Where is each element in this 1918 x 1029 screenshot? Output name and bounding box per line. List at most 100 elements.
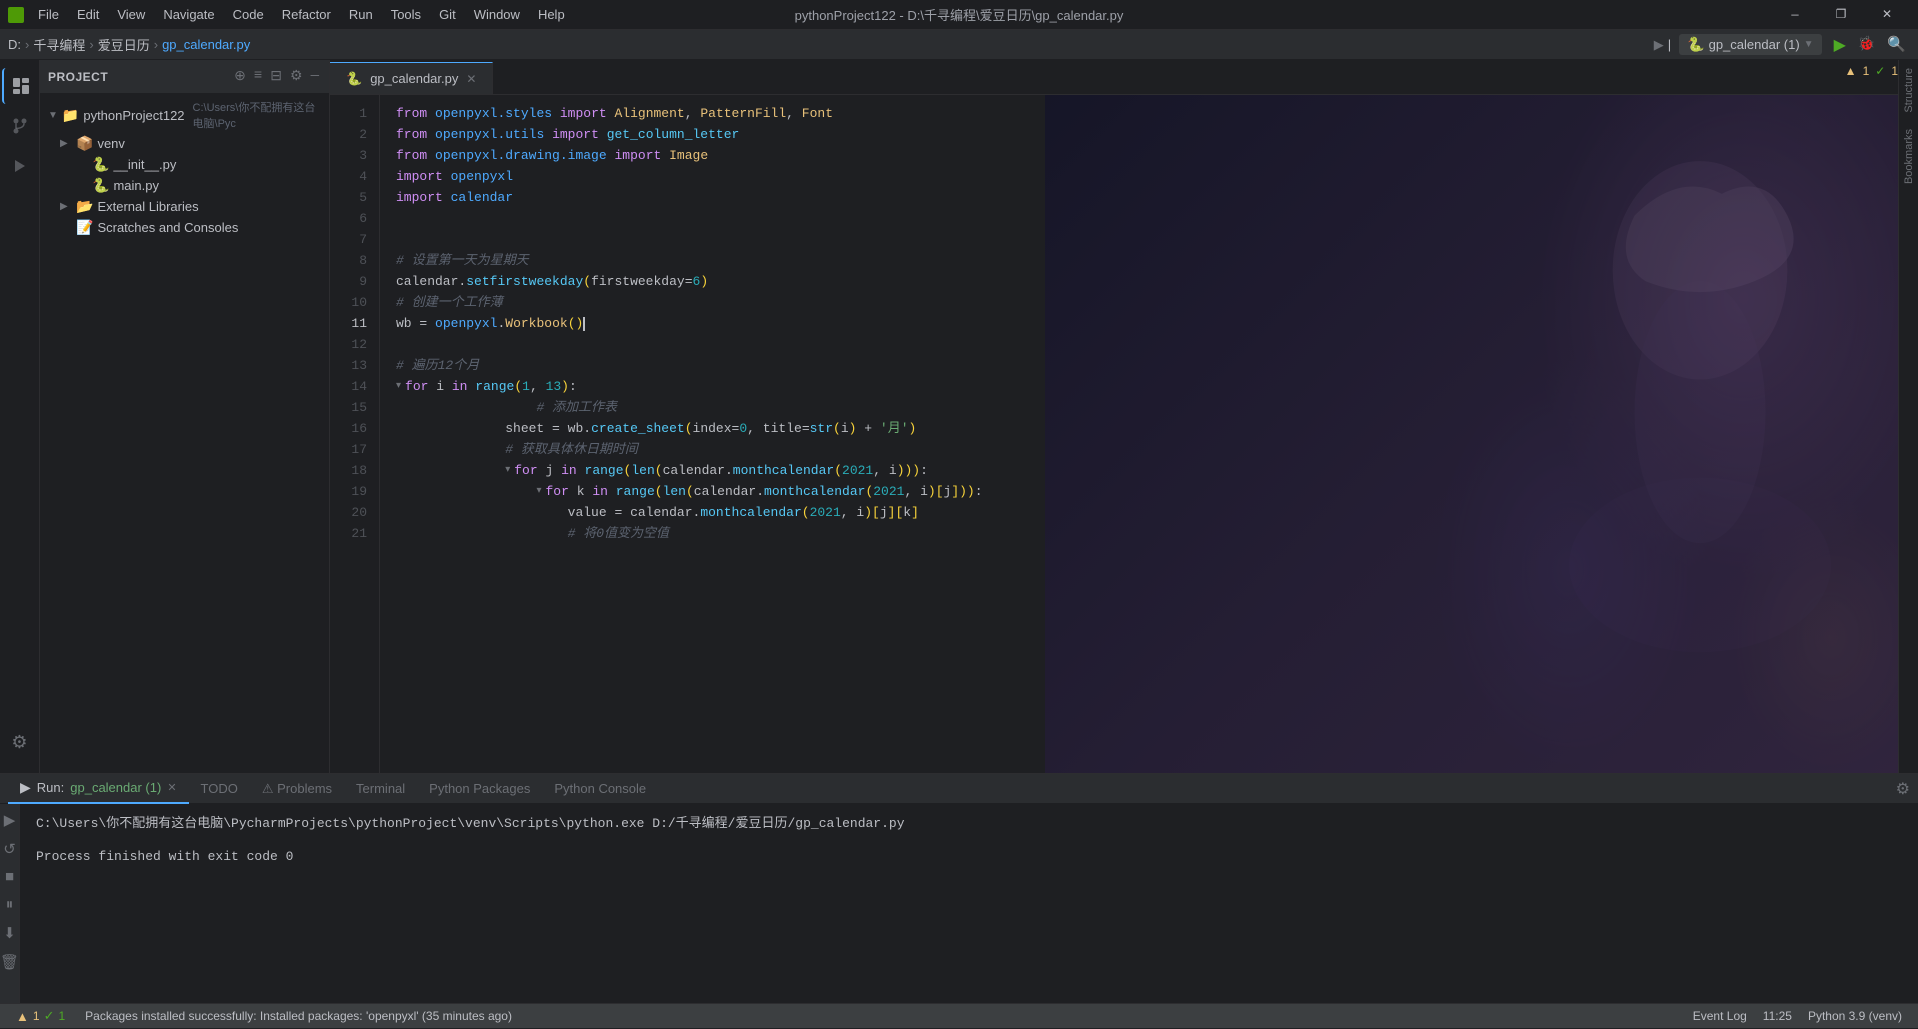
run-output-stop-icon[interactable]: ■ <box>2 866 17 889</box>
tree-scratches[interactable]: 📝 Scratches and Consoles <box>40 217 329 238</box>
bottom-tab-todo[interactable]: TODO <box>189 774 250 804</box>
maximize-button[interactable]: ❐ <box>1818 0 1864 30</box>
activity-settings-icon[interactable]: ⚙ <box>2 725 38 761</box>
bottom-tab-problems[interactable]: ⚠ Problems <box>250 774 344 804</box>
menu-refactor[interactable]: Refactor <box>274 5 339 24</box>
bottom-settings-button[interactable]: ⚙ <box>1896 779 1910 799</box>
panel-locate-icon[interactable]: ⊕ <box>232 66 248 87</box>
tree-main[interactable]: 🐍 main.py <box>40 175 329 196</box>
run-output-pause-icon[interactable]: ⏸ <box>3 893 17 917</box>
panel-expand-icon[interactable]: ⊟ <box>268 66 284 87</box>
window-title: pythonProject122 - D:\千寻编程\爱豆日历\gp_calen… <box>795 5 1124 24</box>
debug-button[interactable]: 🐞 <box>1858 36 1875 53</box>
status-right: Event Log 11:25 Python 3.9 (venv) <box>1685 1004 1910 1029</box>
run-output-rerun-icon[interactable]: ↺ <box>0 837 19 862</box>
tree-venv-icon: 📦 <box>76 135 93 152</box>
run-result-text: Process finished with exit code 0 <box>36 849 1902 864</box>
line-num-19: 19 <box>330 481 379 502</box>
line-num-3: 3 <box>330 145 379 166</box>
line-num-1: 1 <box>330 103 379 124</box>
run-configuration[interactable]: 🐍 gp_calendar (1) ▼ <box>1679 34 1821 55</box>
bottom-panel: ▶ Run: gp_calendar (1) ✕ TODO ⚠ Problems… <box>0 773 1918 1003</box>
bottom-tab-python-packages[interactable]: Python Packages <box>417 774 542 804</box>
status-check-count: 1 <box>58 1009 65 1023</box>
line-num-5: 5 <box>330 187 379 208</box>
code-line-18: ▾for j in range(len(calendar.monthcalend… <box>380 460 1918 481</box>
run-tab-label: Run: <box>37 780 64 795</box>
status-warning-item[interactable]: ▲ 1 ✓ 1 <box>8 1004 73 1029</box>
code-line-20: value = calendar.monthcalendar(2021, i)[… <box>380 502 1918 523</box>
bc-folder1[interactable]: 千寻编程 <box>33 35 85 54</box>
run-tab-config: gp_calendar (1) <box>70 780 161 795</box>
line-num-21: 21 <box>330 523 379 544</box>
tree-ext-libs[interactable]: ▶ 📂 External Libraries <box>40 196 329 217</box>
panel-close-icon[interactable]: — <box>309 66 321 87</box>
menu-help[interactable]: Help <box>530 5 573 24</box>
activity-vcs-icon[interactable] <box>2 108 38 144</box>
search-button[interactable]: 🔍 <box>1883 33 1910 56</box>
menu-window[interactable]: Window <box>466 5 528 24</box>
bottom-left-icons: ▶ ↺ ■ ⏸ ⬇ 🗑 <box>0 804 20 1003</box>
run-label: ▶ <box>1654 37 1664 53</box>
menu-navigate[interactable]: Navigate <box>155 5 222 24</box>
code-line-4: import openpyxl <box>380 166 1918 187</box>
editor-tab-gp-calendar[interactable]: 🐍 gp_calendar.py ✕ <box>330 62 493 94</box>
menu-view[interactable]: View <box>109 5 153 24</box>
warnings-badge: ▲ 1 ✓ 1 <box>1845 64 1898 78</box>
tree-init[interactable]: 🐍 __init__.py <box>40 154 329 175</box>
line-num-17: 17 <box>330 439 379 460</box>
menu-git[interactable]: Git <box>431 5 464 24</box>
code-line-5: import calendar <box>380 187 1918 208</box>
line-num-14: 14 <box>330 376 379 397</box>
menu-code[interactable]: Code <box>225 5 272 24</box>
tab-file-icon: 🐍 <box>346 71 362 87</box>
breadcrumb: D: › 千寻编程 › 爱豆日历 › gp_calendar.py <box>8 35 250 54</box>
status-check-icon: ✓ <box>44 1008 55 1024</box>
tree-root[interactable]: ▼ 📁 pythonProject122 C:\Users\你不配拥有这台电脑\… <box>40 97 329 133</box>
tree-venv[interactable]: ▶ 📦 venv <box>40 133 329 154</box>
code-line-6 <box>380 208 1918 229</box>
bc-folder2[interactable]: 爱豆日历 <box>98 35 150 54</box>
status-event-log[interactable]: Event Log <box>1685 1004 1755 1029</box>
run-panel-layout: ▶ ↺ ■ ⏸ ⬇ 🗑 C:\Users\你不配拥有这台电脑\PycharmPr… <box>0 804 1918 1003</box>
code-line-3: from openpyxl.drawing.image import Image <box>380 145 1918 166</box>
run-output-scroll-icon[interactable]: ⬇ <box>0 921 19 946</box>
bc-file[interactable]: gp_calendar.py <box>162 37 250 52</box>
line-num-18: 18 <box>330 460 379 481</box>
line-num-7: 7 <box>330 229 379 250</box>
run-tab-close[interactable]: ✕ <box>167 781 176 794</box>
code-content[interactable]: from openpyxl.styles import Alignment, P… <box>380 95 1918 773</box>
run-output-clear-icon[interactable]: 🗑 <box>0 950 22 975</box>
line-num-15: 15 <box>330 397 379 418</box>
panel-collapse-icon[interactable]: ≡ <box>252 66 264 87</box>
window-controls: — ❐ ✕ <box>1772 0 1910 30</box>
activity-bar-bottom: ⚙ <box>2 725 38 765</box>
toolbar: D: › 千寻编程 › 爱豆日历 › gp_calendar.py ▶ | 🐍 … <box>0 30 1918 60</box>
menu-run[interactable]: Run <box>341 5 381 24</box>
panel-settings-icon[interactable]: ⚙ <box>288 66 305 87</box>
problems-tab-label: ⚠ Problems <box>262 781 332 797</box>
status-python-version[interactable]: Python 3.9 (venv) <box>1800 1004 1910 1029</box>
activity-run-icon[interactable] <box>2 148 38 184</box>
run-output-play-button[interactable]: ▶ <box>1 808 19 833</box>
run-config-icon: 🐍 <box>1687 36 1704 53</box>
code-line-10: # 创建一个工作薄 <box>380 292 1918 313</box>
bottom-tab-run[interactable]: ▶ Run: gp_calendar (1) ✕ <box>8 774 189 804</box>
tree-ext-arrow: ▶ <box>60 201 72 212</box>
bottom-tab-python-console[interactable]: Python Console <box>542 774 658 804</box>
bottom-tab-terminal[interactable]: Terminal <box>344 774 417 804</box>
tree-venv-arrow: ▶ <box>60 138 72 149</box>
bc-drive[interactable]: D: <box>8 37 21 52</box>
close-button[interactable]: ✕ <box>1864 0 1910 30</box>
tab-close-button[interactable]: ✕ <box>466 72 476 86</box>
minimize-button[interactable]: — <box>1772 0 1818 30</box>
run-output: C:\Users\你不配拥有这台电脑\PycharmProjects\pytho… <box>20 804 1918 1003</box>
menu-file[interactable]: File <box>30 5 67 24</box>
activity-project-icon[interactable] <box>2 68 38 104</box>
code-line-17: # 获取具体休日期时间 <box>380 439 1918 460</box>
run-button[interactable]: ▶ <box>1830 33 1850 57</box>
menu-tools[interactable]: Tools <box>383 5 429 24</box>
menu-edit[interactable]: Edit <box>69 5 107 24</box>
tree-main-label: main.py <box>113 178 159 193</box>
status-time: 11:25 <box>1755 1004 1800 1029</box>
